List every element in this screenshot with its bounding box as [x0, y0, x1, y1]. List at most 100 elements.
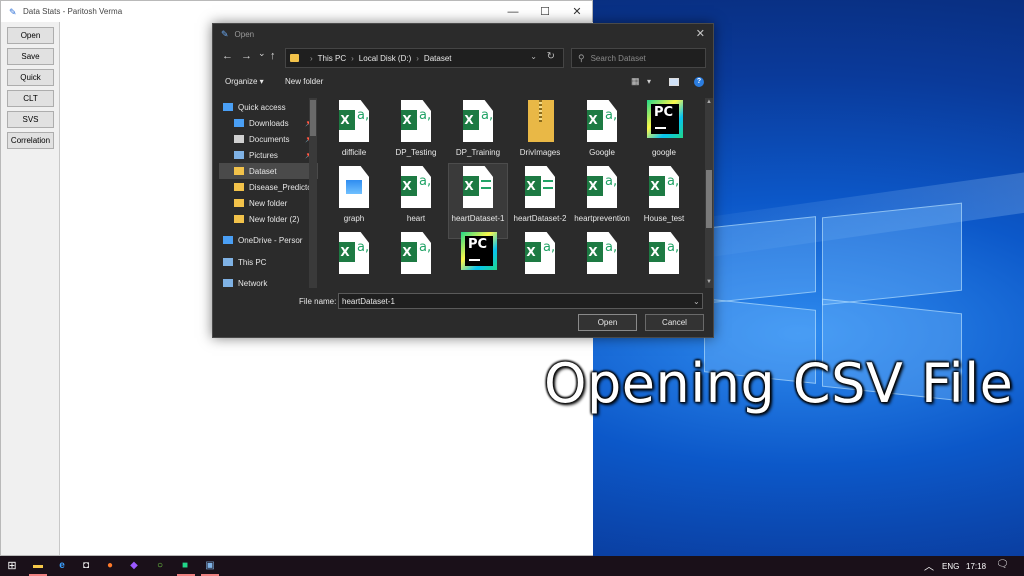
scroll-up-icon[interactable]: ▲ — [705, 99, 713, 105]
visual-studio-icon[interactable]: ◆ — [128, 560, 140, 572]
file-name-label: DrivImages — [519, 148, 561, 157]
nav-item[interactable]: Downloads📌 — [219, 115, 318, 131]
nav-item[interactable]: Network — [219, 275, 318, 288]
file-tile[interactable]: graph — [325, 164, 383, 238]
clt-button[interactable]: CLT — [7, 90, 54, 107]
clock[interactable]: 17:18 — [966, 562, 986, 571]
file-tile[interactable]: XheartDataset-1 — [448, 163, 508, 239]
edge-browser-icon[interactable]: e — [56, 560, 68, 572]
app-titlebar[interactable]: ✎ Data Stats - Paritosh Verma — ☐ ✕ — [1, 1, 592, 22]
nav-item-label: Disease_Predictc — [249, 182, 312, 192]
nav-item[interactable]: Disease_Predictc — [219, 179, 318, 195]
breadcrumb-this-pc[interactable]: This PC — [318, 54, 346, 63]
address-bar[interactable]: › This PC › Local Disk (D:) › Dataset ⌄ … — [285, 48, 564, 68]
file-explorer-icon[interactable]: ▬ — [32, 560, 44, 572]
svs-button[interactable]: SVS — [7, 111, 54, 128]
minimize-button[interactable]: — — [498, 1, 528, 22]
folder-icon — [234, 199, 244, 207]
file-type-glyph-icon: a, — [667, 174, 680, 189]
file-tile[interactable]: Xa, DP_Testing — [387, 98, 445, 172]
windows-start-icon[interactable]: ⊞ — [6, 560, 18, 572]
excel-csv-file-icon: Xa, — [587, 100, 617, 142]
feather-icon: ✎ — [221, 28, 229, 39]
address-dropdown-icon[interactable]: ⌄ — [530, 52, 537, 61]
file-tile[interactable]: PC — [449, 230, 507, 288]
open-button[interactable]: Open — [7, 27, 54, 44]
maximize-button[interactable]: ☐ — [530, 1, 560, 22]
new-folder-button[interactable]: New folder — [285, 77, 323, 86]
language-indicator[interactable]: ENG — [942, 562, 959, 571]
excel-csv-file-icon: Xa, — [339, 100, 369, 142]
file-tile[interactable]: Xa, heartprevention — [573, 164, 631, 238]
recent-locations-chevron-icon[interactable]: ⌄ — [258, 48, 266, 59]
navigation-scrollbar-thumb[interactable] — [310, 100, 316, 136]
show-hidden-icons-chevron-icon[interactable]: ︿ — [924, 558, 934, 573]
view-options-icon[interactable]: ▦ — [631, 76, 640, 87]
dialog-close-button[interactable]: ✕ — [696, 27, 705, 40]
dialog-titlebar[interactable]: ✎ Open ✕ — [213, 24, 713, 44]
search-input[interactable]: ⚲ Search Dataset — [571, 48, 706, 68]
file-type-glyph-icon — [481, 180, 491, 189]
file-tile[interactable]: XheartDataset-2 — [511, 164, 569, 238]
file-tile[interactable]: Xa, House_test — [635, 164, 693, 238]
nav-item[interactable]: Quick access — [219, 99, 318, 115]
file-tile[interactable]: Xa, difficile — [325, 98, 383, 172]
file-tile[interactable]: Xa, — [325, 230, 383, 288]
file-tile[interactable]: Xa, — [573, 230, 631, 288]
firefox-icon[interactable]: ● — [104, 560, 116, 572]
close-button[interactable]: ✕ — [562, 1, 592, 22]
app-taskbar-icon[interactable]: ○ — [154, 560, 166, 572]
nav-item[interactable]: This PC — [219, 254, 318, 270]
pycharm-file-icon: PC — [461, 232, 497, 270]
breadcrumb-chevron-icon: › — [351, 53, 354, 63]
nav-item[interactable]: OneDrive - Persor — [219, 232, 318, 248]
star-icon — [223, 103, 233, 111]
file-list-scrollbar-thumb[interactable] — [706, 170, 712, 228]
dialog-navigation-bar: ← → ⌄ ↑ › This PC › Local Disk (D:) › Da… — [213, 46, 713, 70]
file-tile[interactable]: Xa, — [635, 230, 693, 288]
save-button[interactable]: Save — [7, 48, 54, 65]
view-dropdown-icon[interactable]: ▾ — [647, 77, 651, 86]
breadcrumb-dataset[interactable]: Dataset — [424, 54, 452, 63]
file-tile[interactable]: Xa, — [511, 230, 569, 288]
file-tile[interactable]: Xa, heart — [387, 164, 445, 238]
dialog-cancel-button[interactable]: Cancel — [645, 314, 704, 331]
up-arrow-icon[interactable]: ↑ — [270, 50, 276, 62]
file-tile[interactable]: Xa, — [387, 230, 445, 288]
quick-button[interactable]: Quick — [7, 69, 54, 86]
nav-item[interactable]: Dataset — [219, 163, 318, 179]
nav-item[interactable]: Documents📌 — [219, 131, 318, 147]
pycharm-file-icon: PC — [647, 100, 683, 138]
preview-pane-icon[interactable] — [669, 78, 679, 86]
nav-item[interactable]: New folder — [219, 195, 318, 211]
refresh-icon[interactable]: ↻ — [547, 51, 555, 62]
nav-item-label: OneDrive - Persor — [238, 235, 303, 245]
file-tile[interactable]: Xa, DP_Training — [449, 98, 507, 172]
forward-arrow-icon[interactable]: → — [241, 50, 252, 62]
correlation-button[interactable]: Correlation — [7, 132, 54, 149]
store-icon[interactable]: ◘ — [80, 560, 92, 572]
organize-button[interactable]: Organize ▾ — [225, 77, 264, 86]
open-file-dialog: ✎ Open ✕ ← → ⌄ ↑ › This PC › Local Disk … — [212, 23, 714, 338]
file-name-input[interactable]: heartDataset-1 — [338, 293, 703, 309]
notification-icon[interactable]: 🗨 — [996, 559, 1009, 570]
nav-item-label: Quick access — [238, 102, 286, 112]
back-arrow-icon[interactable]: ← — [222, 50, 233, 62]
file-tile[interactable]: PC google — [635, 98, 693, 172]
nav-item[interactable]: New folder (2) — [219, 211, 318, 227]
dialog-open-button[interactable]: Open — [578, 314, 637, 331]
scroll-down-icon[interactable]: ▼ — [705, 279, 713, 285]
help-icon[interactable]: ? — [694, 77, 704, 87]
file-name-dropdown-icon[interactable]: ⌄ — [693, 297, 700, 306]
pycharm-taskbar-icon[interactable]: ■ — [179, 560, 191, 572]
breadcrumb-local-disk[interactable]: Local Disk (D:) — [359, 54, 411, 63]
navigation-scrollbar[interactable] — [309, 98, 317, 288]
nav-item[interactable]: Pictures📌 — [219, 147, 318, 163]
python-tk-taskbar-icon[interactable]: ▣ — [204, 560, 216, 572]
file-list-scrollbar[interactable]: ▲ ▼ — [705, 98, 713, 288]
file-tile[interactable]: DrivImages — [511, 98, 569, 172]
image-file-icon — [339, 166, 369, 208]
dialog-command-bar: Organize ▾ New folder ▦ ▾ ? — [213, 72, 713, 94]
pictures-icon — [234, 151, 244, 159]
file-tile[interactable]: Xa, Google — [573, 98, 631, 172]
